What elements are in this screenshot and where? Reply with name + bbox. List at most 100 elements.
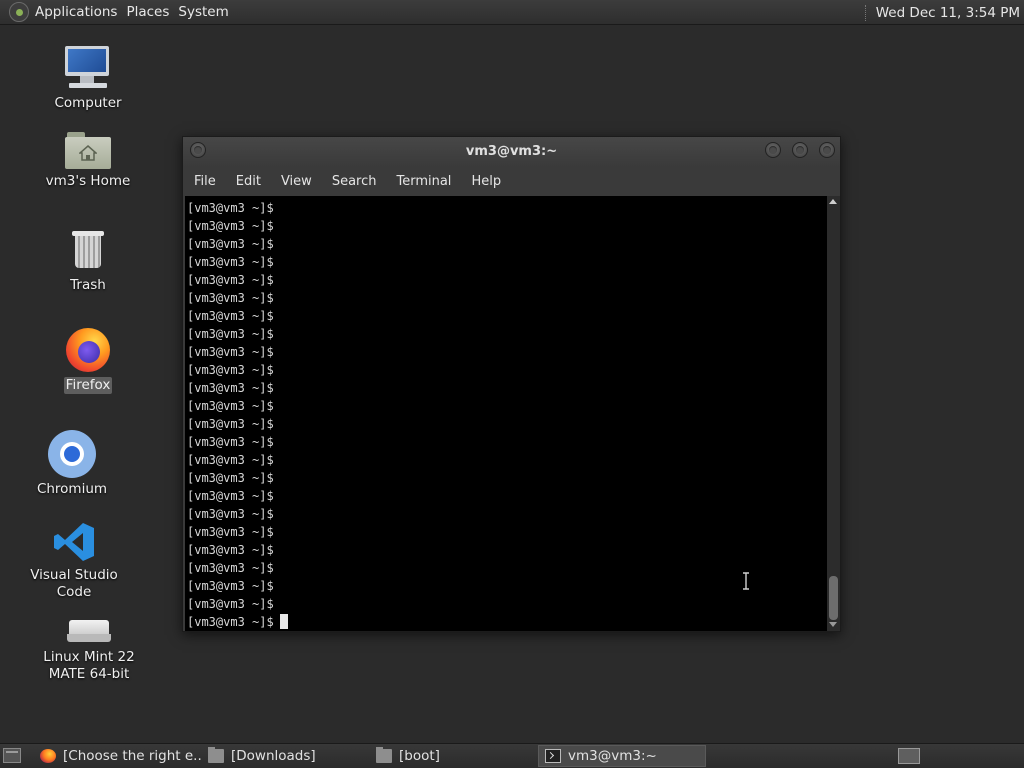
- desktop-icon-drive[interactable]: Linux Mint 22 MATE 64-bit: [24, 612, 154, 683]
- chromium-icon: [48, 430, 96, 478]
- terminal-prompt: [vm3@vm3 ~]$: [187, 561, 274, 575]
- terminal-prompt: [vm3@vm3 ~]$: [187, 615, 274, 629]
- computer-icon: [63, 46, 113, 92]
- desktop-icon-computer[interactable]: Computer: [40, 46, 136, 112]
- terminal-prompt: [vm3@vm3 ~]$: [187, 435, 274, 449]
- applications-menu[interactable]: Applications: [35, 4, 126, 20]
- terminal-line: [vm3@vm3 ~]$: [187, 415, 288, 433]
- taskbar-item-downloads[interactable]: [Downloads]: [202, 745, 370, 767]
- folder-icon: [376, 747, 392, 763]
- show-desktop-icon[interactable]: [3, 748, 21, 763]
- drive-icon: [66, 612, 112, 646]
- terminal-line: [vm3@vm3 ~]$: [187, 235, 288, 253]
- firefox-icon: [64, 326, 112, 374]
- terminal-prompt: [vm3@vm3 ~]$: [187, 309, 274, 323]
- minimize-button[interactable]: [765, 142, 781, 158]
- terminal-line: [vm3@vm3 ~]$: [187, 433, 288, 451]
- desktop-icon-vscode[interactable]: Visual Studio Code: [14, 520, 134, 601]
- terminal-line: [vm3@vm3 ~]$: [187, 451, 288, 469]
- terminal-prompt: [vm3@vm3 ~]$: [187, 219, 274, 233]
- taskbar-item-terminal[interactable]: vm3@vm3:~: [538, 745, 706, 767]
- terminal-prompt: [vm3@vm3 ~]$: [187, 291, 274, 305]
- menu-terminal[interactable]: Terminal: [386, 174, 461, 189]
- terminal-prompt: [vm3@vm3 ~]$: [187, 525, 274, 539]
- desktop-icon-label: Trash: [70, 277, 106, 293]
- panel-separator: [864, 4, 868, 21]
- terminal-line: [vm3@vm3 ~]$: [187, 613, 288, 631]
- terminal-icon: [545, 749, 561, 763]
- terminal-prompt: [vm3@vm3 ~]$: [187, 201, 274, 215]
- terminal-scrollbar[interactable]: [827, 196, 840, 631]
- terminal-line: [vm3@vm3 ~]$: [187, 271, 288, 289]
- terminal-prompt: [vm3@vm3 ~]$: [187, 543, 274, 557]
- terminal-prompt: [vm3@vm3 ~]$: [187, 489, 274, 503]
- folder-icon: [208, 747, 224, 763]
- terminal-prompt: [vm3@vm3 ~]$: [187, 597, 274, 611]
- terminal-line: [vm3@vm3 ~]$: [187, 253, 288, 271]
- menu-search[interactable]: Search: [322, 174, 387, 189]
- terminal-line: [vm3@vm3 ~]$: [187, 595, 288, 613]
- firefox-icon: [40, 749, 56, 763]
- desktop-icon-label: Computer: [54, 95, 122, 111]
- terminal-prompt: [vm3@vm3 ~]$: [187, 327, 274, 341]
- clock-area: Wed Dec 11, 3:54 PM: [864, 0, 1024, 25]
- taskbar-item-label: [Choose the right e...: [63, 748, 202, 764]
- home-folder-icon: [65, 130, 111, 170]
- terminal-line: [vm3@vm3 ~]$: [187, 559, 288, 577]
- close-button[interactable]: [819, 142, 835, 158]
- terminal-line: [vm3@vm3 ~]$: [187, 523, 288, 541]
- taskbar-item-boot[interactable]: [boot]: [370, 745, 538, 767]
- terminal-prompt: [vm3@vm3 ~]$: [187, 381, 274, 395]
- desktop-icon-label: Firefox: [63, 377, 113, 394]
- places-menu[interactable]: Places: [126, 4, 178, 20]
- maximize-button[interactable]: [792, 142, 808, 158]
- taskbar-item-label: [boot]: [399, 748, 440, 764]
- desktop-icon-firefox[interactable]: Firefox: [40, 326, 136, 394]
- mint-menu-icon[interactable]: [9, 2, 29, 22]
- terminal-line: [vm3@vm3 ~]$: [187, 487, 288, 505]
- window-titlebar[interactable]: vm3@vm3:~: [183, 137, 840, 167]
- terminal-line: [vm3@vm3 ~]$: [187, 379, 288, 397]
- terminal-prompt: [vm3@vm3 ~]$: [187, 471, 274, 485]
- terminal-prompt: [vm3@vm3 ~]$: [187, 237, 274, 251]
- menu-view[interactable]: View: [271, 174, 322, 189]
- top-panel: Applications Places System Wed Dec 11, 3…: [0, 0, 1024, 25]
- terminal-prompt: [vm3@vm3 ~]$: [187, 507, 274, 521]
- desktop-icon-trash[interactable]: Trash: [40, 228, 136, 294]
- desktop-icon-chromium[interactable]: Chromium: [24, 430, 120, 498]
- terminal-output[interactable]: [vm3@vm3 ~]$ [vm3@vm3 ~]$ [vm3@vm3 ~]$ [vm3…: [185, 196, 827, 631]
- clock[interactable]: Wed Dec 11, 3:54 PM: [876, 5, 1024, 21]
- scroll-up-arrow-icon[interactable]: [829, 199, 837, 204]
- bottom-panel: [Choose the right e... [Downloads] [boot…: [0, 743, 1024, 768]
- system-menu[interactable]: System: [178, 4, 237, 20]
- terminal-line: [vm3@vm3 ~]$: [187, 397, 288, 415]
- scroll-thumb[interactable]: [829, 576, 838, 620]
- text-cursor: [279, 614, 288, 629]
- terminal-prompt: [vm3@vm3 ~]$: [187, 273, 274, 287]
- taskbar-item-label: vm3@vm3:~: [568, 748, 657, 764]
- desktop-icon-home[interactable]: vm3's Home: [40, 130, 136, 190]
- workspace-switcher[interactable]: [898, 748, 920, 764]
- terminal-lines: [vm3@vm3 ~]$ [vm3@vm3 ~]$ [vm3@vm3 ~]$ [vm3…: [187, 199, 288, 631]
- terminal-line: [vm3@vm3 ~]$: [187, 577, 288, 595]
- terminal-menubar: File Edit View Search Terminal Help: [183, 167, 840, 196]
- scroll-down-arrow-icon[interactable]: [829, 622, 837, 627]
- terminal-prompt: [vm3@vm3 ~]$: [187, 579, 274, 593]
- menu-file[interactable]: File: [183, 174, 226, 189]
- terminal-line: [vm3@vm3 ~]$: [187, 307, 288, 325]
- menu-help[interactable]: Help: [461, 174, 511, 189]
- terminal-window: vm3@vm3:~ File Edit View Search Terminal…: [182, 136, 841, 632]
- terminal-prompt: [vm3@vm3 ~]$: [187, 453, 274, 467]
- terminal-prompt: [vm3@vm3 ~]$: [187, 345, 274, 359]
- terminal-line: [vm3@vm3 ~]$: [187, 217, 288, 235]
- terminal-line: [vm3@vm3 ~]$: [187, 505, 288, 523]
- terminal-line: [vm3@vm3 ~]$: [187, 343, 288, 361]
- terminal-prompt: [vm3@vm3 ~]$: [187, 417, 274, 431]
- terminal-line: [vm3@vm3 ~]$: [187, 541, 288, 559]
- menu-edit[interactable]: Edit: [226, 174, 271, 189]
- window-title: vm3@vm3:~: [465, 144, 558, 159]
- terminal-line: [vm3@vm3 ~]$: [187, 199, 288, 217]
- taskbar-item-firefox[interactable]: [Choose the right e...: [34, 745, 202, 767]
- desktop-icon-label: Visual Studio Code: [30, 567, 118, 600]
- ibeam-cursor-icon: [743, 572, 749, 590]
